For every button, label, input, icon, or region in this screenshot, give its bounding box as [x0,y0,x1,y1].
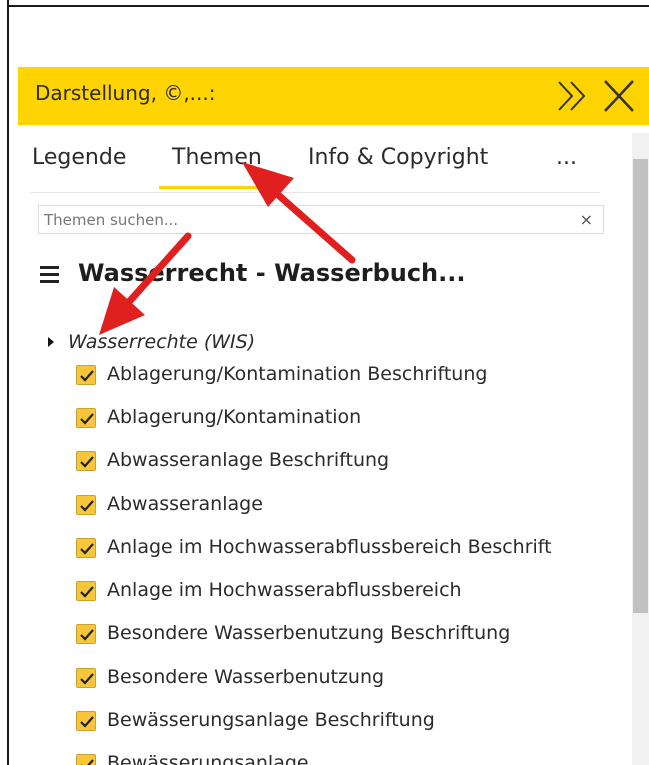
layer-checkbox[interactable] [76,538,96,558]
layer-checkbox[interactable] [76,754,96,765]
scrollbar-thumb[interactable] [633,159,648,613]
layer-label: Bewässerungsanlage Beschriftung [107,709,435,731]
layer-item[interactable]: Bewässerungsanlage [76,752,636,765]
layer-label: Abwasseranlage Beschriftung [107,449,390,471]
active-tab-indicator [159,186,263,189]
layer-label: Ablagerung/Kontamination Beschriftung [107,363,488,385]
layer-checkbox[interactable] [76,408,96,428]
layer-checkbox[interactable] [76,624,96,644]
theme-search: × [38,205,604,234]
layer-item[interactable]: Anlage im Hochwasserabflussbereich [76,579,636,609]
tab-more[interactable]: ... [556,145,577,170]
caret-right-icon [48,337,54,347]
layer-checkbox[interactable] [76,668,96,688]
layer-item[interactable]: Ablagerung/Kontamination [76,406,636,436]
tab-bar: Legende Themen Info & Copyright ... [30,141,600,193]
checkmark-icon [80,673,94,685]
theme-header: Wasserrecht - Wasserbuch... [40,259,600,295]
layer-checkbox[interactable] [76,365,96,385]
display-panel: Darstellung, ©,...: Legende Themen Info … [18,67,649,765]
checkmark-icon [80,543,94,555]
layer-label: Anlage im Hochwasserabflussbereich [107,579,462,601]
clear-search-icon[interactable]: × [580,210,593,229]
layer-item[interactable]: Abwasseranlage [76,493,636,523]
layer-item[interactable]: Besondere Wasserbenutzung Beschriftung [76,622,636,652]
layer-label: Ablagerung/Kontamination [107,406,362,428]
checkmark-icon [80,500,94,512]
layer-item[interactable]: Ablagerung/Kontamination Beschriftung [76,363,636,393]
hamburger-menu-icon[interactable] [40,266,62,284]
layer-item[interactable]: Besondere Wasserbenutzung [76,666,636,696]
layer-checkbox[interactable] [76,451,96,471]
layer-label: Abwasseranlage [107,493,263,515]
layer-label: Anlage im Hochwasserabflussbereich Besch… [107,536,552,558]
theme-search-input[interactable] [40,207,560,232]
checkmark-icon [80,413,94,425]
panel-title: Darstellung, ©,...: [35,81,216,105]
layer-label: Besondere Wasserbenutzung [107,666,385,688]
tab-legende[interactable]: Legende [32,145,126,170]
checkmark-icon [80,456,94,468]
double-chevron-right-icon[interactable] [555,79,591,113]
layer-item[interactable]: Bewässerungsanlage Beschriftung [76,709,636,739]
layer-item[interactable]: Anlage im Hochwasserabflussbereich Besch… [76,536,636,566]
layer-checkbox[interactable] [76,581,96,601]
layer-item[interactable]: Abwasseranlage Beschriftung [76,449,636,479]
layer-checkbox[interactable] [76,711,96,731]
layer-label: Bewässerungsanlage [107,752,309,765]
layer-label: Besondere Wasserbenutzung Beschriftung [107,622,511,644]
checkmark-icon [80,629,94,641]
tab-info-copyright[interactable]: Info & Copyright [308,145,488,170]
checkmark-icon [80,370,94,382]
panel-header: Darstellung, ©,...: [18,67,649,125]
layer-checkbox[interactable] [76,495,96,515]
checkmark-icon [81,759,94,765]
theme-title: Wasserrecht - Wasserbuch... [78,259,466,287]
window-border-left [7,0,9,765]
close-icon[interactable] [601,79,637,113]
layer-group-label: Wasserrechte (WIS) [68,331,256,353]
window-border-top [7,5,649,7]
checkmark-icon [80,586,94,598]
tab-themen[interactable]: Themen [172,145,262,170]
checkmark-icon [80,716,94,728]
